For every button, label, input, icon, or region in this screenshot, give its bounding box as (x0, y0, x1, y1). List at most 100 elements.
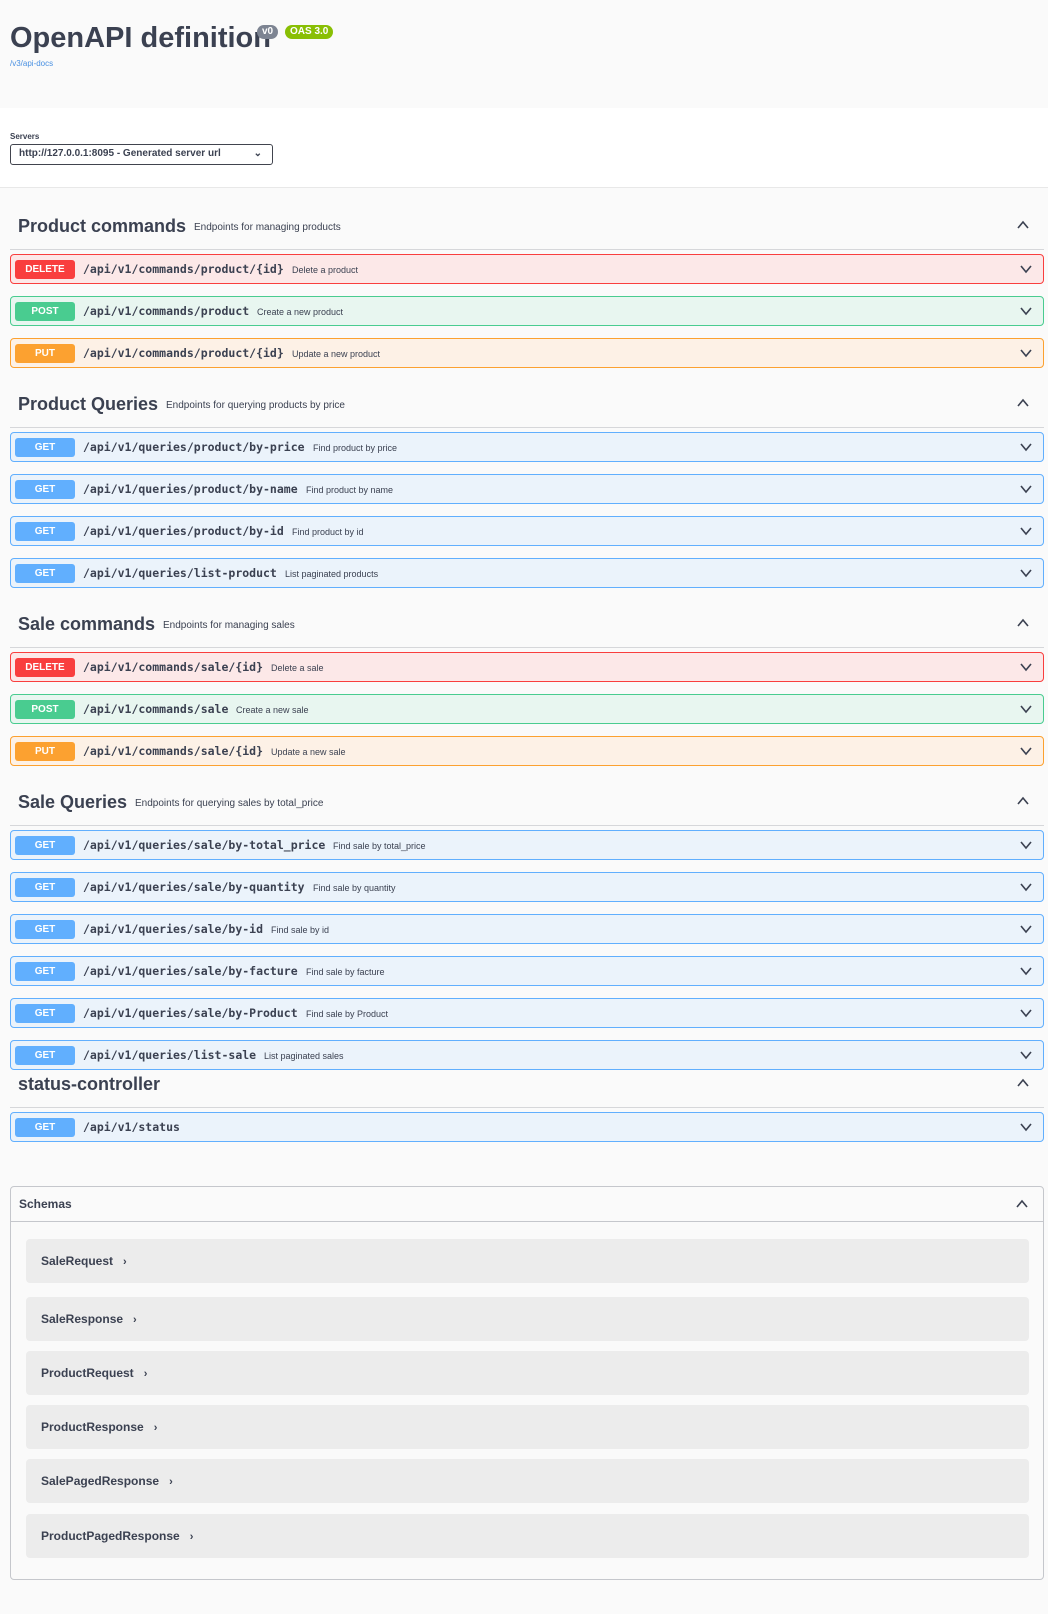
operation-get[interactable]: GET/api/v1/queries/product/by-name Find p… (10, 474, 1044, 504)
chevron-down-icon[interactable] (1019, 922, 1033, 936)
tag-description: Endpoints for managing sales (163, 620, 295, 631)
schema-name: SaleResponse › (41, 1312, 137, 1326)
method-badge: POST (15, 700, 75, 719)
schema-item[interactable]: SaleResponse › (26, 1297, 1029, 1341)
chevron-down-icon[interactable] (1019, 440, 1033, 454)
chevron-down-icon[interactable] (1019, 880, 1033, 894)
operation-path: /api/v1/queries/sale/by-Product (83, 1006, 298, 1020)
chevron-down-icon[interactable] (1019, 1006, 1033, 1020)
operation-summary: Delete a product (292, 265, 359, 275)
chevron-down-icon[interactable] (1019, 838, 1033, 852)
chevron-down-icon[interactable] (1019, 304, 1033, 318)
operation-delete[interactable]: DELETE/api/v1/commands/sale/{id} Delete a… (10, 652, 1044, 682)
method-badge: GET (15, 1004, 75, 1023)
operation-get[interactable]: GET/api/v1/status (10, 1112, 1044, 1142)
chevron-up-icon[interactable] (1016, 218, 1030, 232)
operation-get[interactable]: GET/api/v1/queries/sale/by-facture Find s… (10, 956, 1044, 986)
chevron-right-icon[interactable]: › (169, 1476, 173, 1488)
operation-summary: Find sale by Product (306, 1009, 389, 1019)
operation-path: /api/v1/queries/list-product (83, 566, 277, 580)
operation-get[interactable]: GET/api/v1/queries/product/by-id Find pro… (10, 516, 1044, 546)
operation-get[interactable]: GET/api/v1/queries/product/by-price Find … (10, 432, 1044, 462)
chevron-down-icon[interactable] (1019, 524, 1033, 538)
chevron-down-icon[interactable] (1019, 346, 1033, 360)
operation-summary: Find product by id (292, 527, 364, 537)
schema-item[interactable]: ProductPagedResponse › (26, 1514, 1029, 1558)
operation-get[interactable]: GET/api/v1/queries/sale/by-id Find sale b… (10, 914, 1044, 944)
operation-summary: Delete a sale (271, 663, 324, 673)
chevron-down-icon[interactable] (1019, 566, 1033, 580)
operation-get[interactable]: GET/api/v1/queries/list-product List pagi… (10, 558, 1044, 588)
schema-name: SalePagedResponse › (41, 1474, 173, 1488)
operation-path: /api/v1/commands/product (83, 304, 250, 318)
operation-get[interactable]: GET/api/v1/queries/sale/by-total_price Fi… (10, 830, 1044, 860)
schema-name-text: SaleRequest (41, 1254, 114, 1268)
tag-header[interactable]: Sale Queries Endpoints for querying sales… (10, 778, 1044, 826)
chevron-right-icon[interactable]: › (123, 1256, 127, 1268)
chevron-down-icon[interactable] (1019, 1120, 1033, 1134)
method-badge: DELETE (15, 260, 75, 279)
schema-name-text: ProductPagedResponse (41, 1529, 180, 1543)
operation-delete[interactable]: DELETE/api/v1/commands/product/{id} Delet… (10, 254, 1044, 284)
tag-header[interactable]: status-controller (10, 1060, 1044, 1108)
schema-name: ProductRequest › (41, 1366, 147, 1380)
operation-summary: Find product by price (313, 443, 398, 453)
tag-name: Product Queries (18, 394, 159, 414)
operation-summary: Create a new product (257, 307, 344, 317)
method-badge: GET (15, 920, 75, 939)
operation-get[interactable]: GET/api/v1/queries/sale/by-Product Find s… (10, 998, 1044, 1028)
method-badge: GET (15, 564, 75, 583)
schema-item[interactable]: SalePagedResponse › (26, 1459, 1029, 1503)
chevron-up-icon[interactable] (1016, 1076, 1030, 1090)
operation-path: /api/v1/queries/sale/by-id (83, 922, 264, 936)
chevron-up-icon[interactable] (1015, 1197, 1029, 1211)
chevron-right-icon[interactable]: › (190, 1531, 194, 1543)
method-badge: GET (15, 522, 75, 541)
chevron-up-icon[interactable] (1016, 794, 1030, 808)
oas-badge: OAS 3.0 (285, 25, 334, 39)
tag-header[interactable]: Product commands Endpoints for managing p… (10, 202, 1044, 250)
method-badge: GET (15, 836, 75, 855)
tag-description: Endpoints for querying sales by total_pr… (135, 798, 324, 809)
schema-name-text: ProductRequest (41, 1366, 134, 1380)
tag-header[interactable]: Product Queries Endpoints for querying pr… (10, 380, 1044, 428)
operation-post[interactable]: POST/api/v1/commands/product Create a new… (10, 296, 1044, 326)
chevron-down-icon[interactable] (1019, 744, 1033, 758)
server-select-value: http://127.0.0.1:8095 - Generated server… (19, 148, 221, 159)
chevron-right-icon[interactable]: › (144, 1368, 148, 1380)
method-badge: DELETE (15, 658, 75, 677)
schema-item[interactable]: ProductResponse › (26, 1405, 1029, 1449)
schema-name-text: ProductResponse (41, 1420, 144, 1434)
chevron-down-icon[interactable] (1019, 482, 1033, 496)
operation-path: /api/v1/queries/product/by-price (83, 440, 305, 454)
operation-summary: Update a new product (292, 349, 381, 359)
method-badge: GET (15, 480, 75, 499)
chevron-down-icon: ⌄ (253, 148, 262, 159)
servers-section: Servers http://127.0.0.1:8095 - Generate… (0, 108, 1048, 188)
schemas-header[interactable]: Schemas (11, 1187, 1043, 1222)
schema-item[interactable]: ProductRequest › (26, 1351, 1029, 1395)
chevron-down-icon[interactable] (1019, 660, 1033, 674)
tag-name: Sale commands (18, 614, 156, 634)
operation-summary: List paginated products (285, 569, 379, 579)
server-select[interactable]: http://127.0.0.1:8095 - Generated server… (10, 144, 273, 165)
api-docs-link[interactable]: /v3/api-docs (10, 59, 53, 68)
chevron-right-icon[interactable]: › (154, 1422, 158, 1434)
tag-header[interactable]: Sale commands Endpoints for managing sale… (10, 600, 1044, 648)
page-title: OpenAPI definition (10, 22, 271, 54)
chevron-up-icon[interactable] (1016, 616, 1030, 630)
chevron-right-icon[interactable]: › (133, 1314, 137, 1326)
operation-put[interactable]: PUT/api/v1/commands/sale/{id} Update a ne… (10, 736, 1044, 766)
chevron-down-icon[interactable] (1019, 964, 1033, 978)
chevron-down-icon[interactable] (1019, 702, 1033, 716)
operation-put[interactable]: PUT/api/v1/commands/product/{id} Update a… (10, 338, 1044, 368)
tag-description: Endpoints for querying products by price (166, 400, 345, 411)
chevron-up-icon[interactable] (1016, 396, 1030, 410)
schema-item[interactable]: SaleRequest › (26, 1239, 1029, 1283)
operation-get[interactable]: GET/api/v1/queries/sale/by-quantity Find … (10, 872, 1044, 902)
chevron-down-icon[interactable] (1019, 262, 1033, 276)
operation-path: /api/v1/queries/product/by-id (83, 524, 284, 538)
schema-name: ProductPagedResponse › (41, 1529, 193, 1543)
operation-post[interactable]: POST/api/v1/commands/sale Create a new sa… (10, 694, 1044, 724)
operation-path: /api/v1/queries/sale/by-total_price (83, 838, 326, 852)
